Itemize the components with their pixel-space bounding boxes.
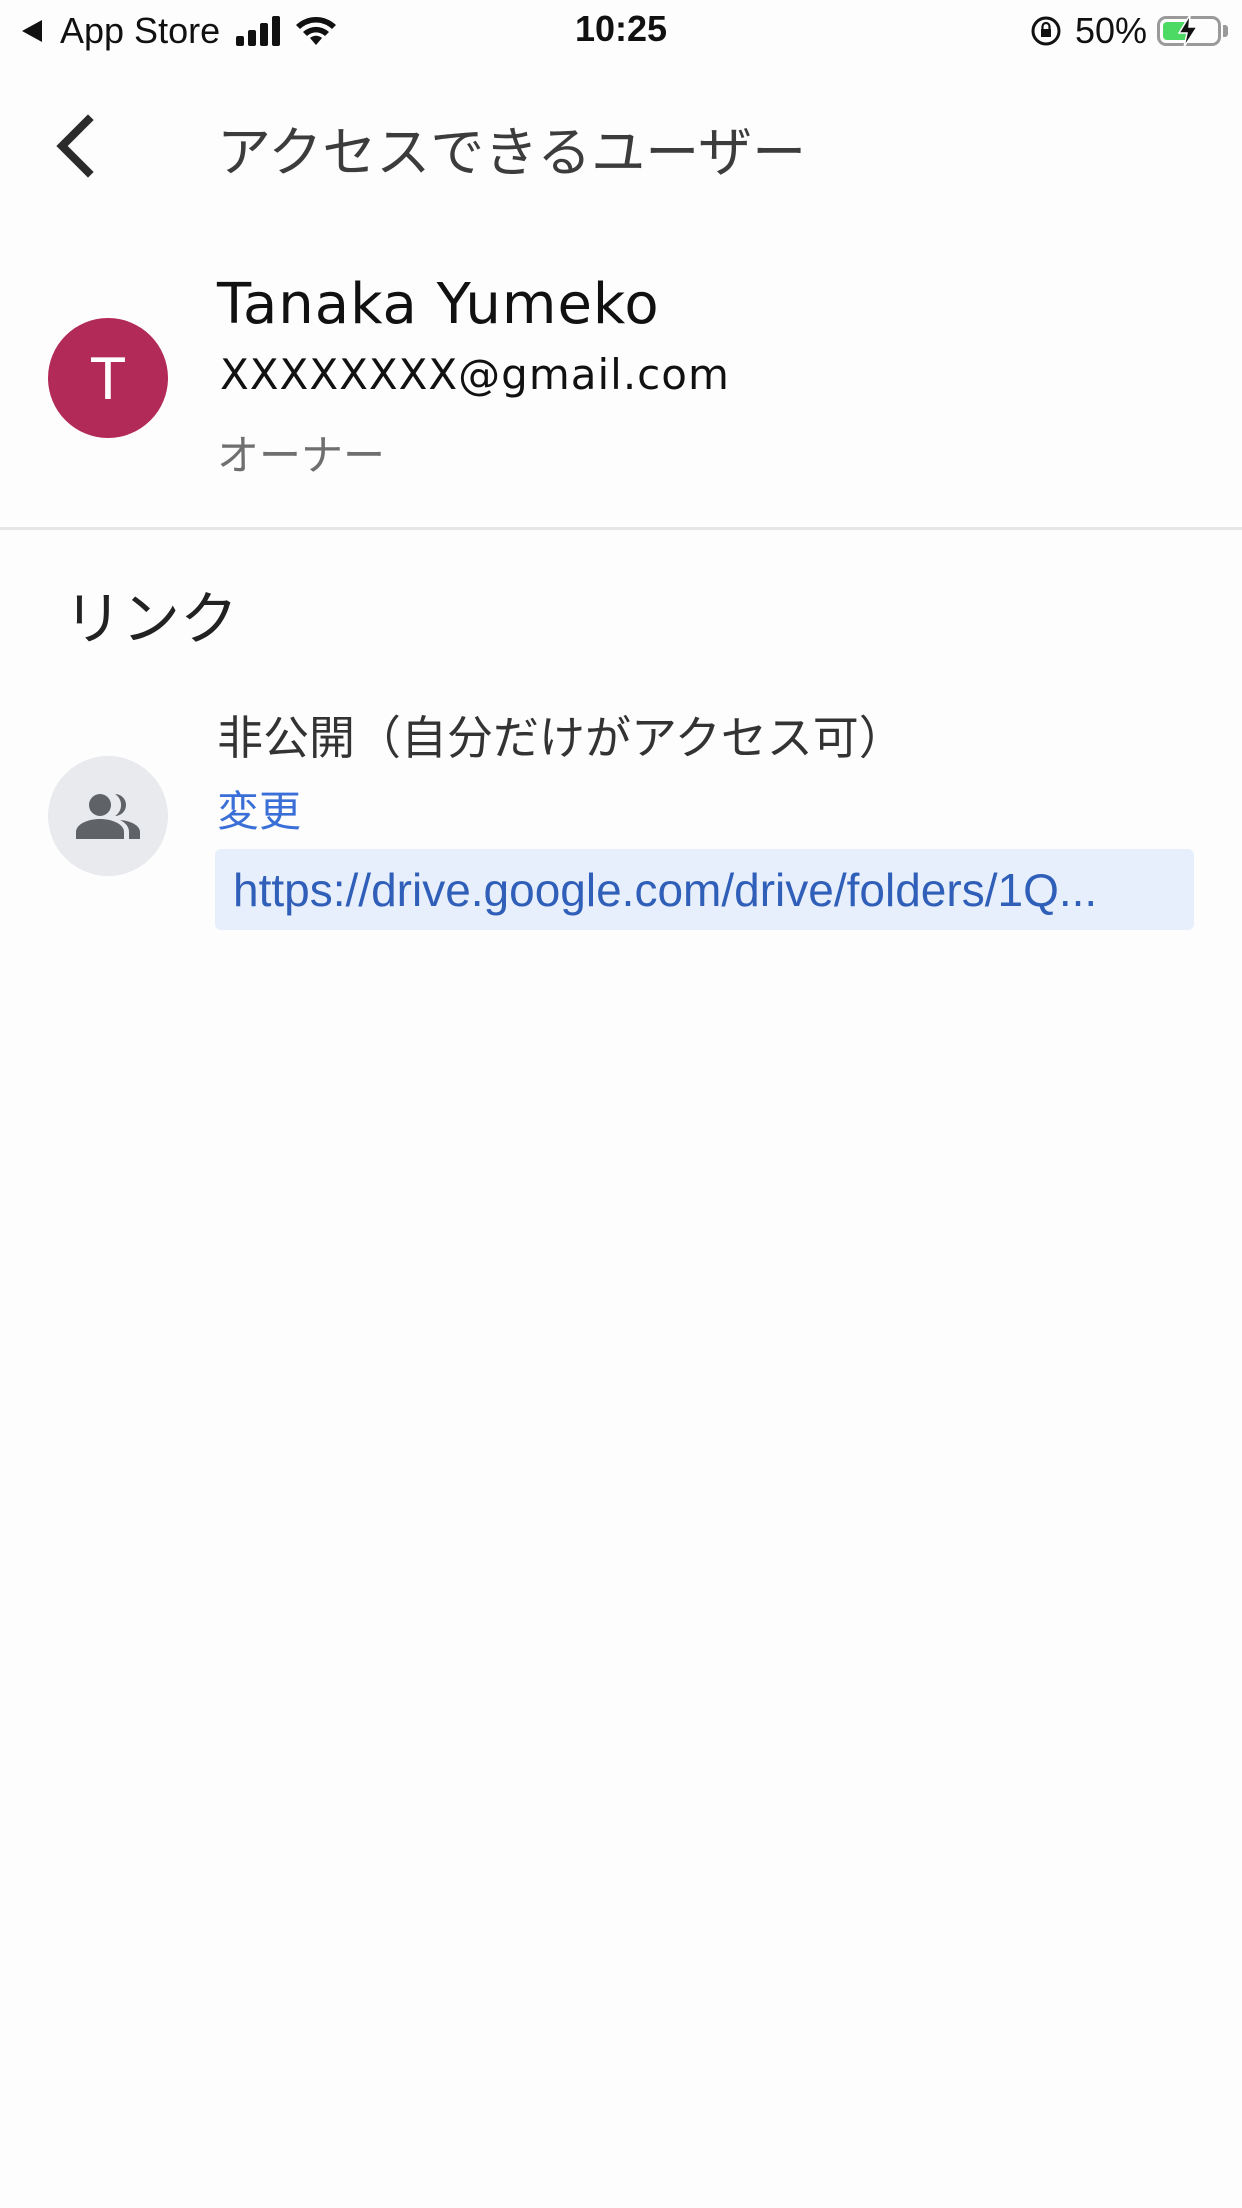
orientation-lock-icon xyxy=(1031,16,1061,46)
battery-nub xyxy=(1223,25,1228,37)
avatar: T xyxy=(48,318,168,438)
share-url-text[interactable]: https://drive.google.com/drive/folders/1… xyxy=(233,863,1097,917)
battery-percent: 50% xyxy=(1074,10,1147,51)
charging-bolt-icon xyxy=(1177,15,1199,47)
change-link-button[interactable]: 変更 xyxy=(217,778,301,839)
section-title-link: リンク xyxy=(64,585,239,653)
avatar-initial: T xyxy=(89,344,127,412)
owner-name: Tanaka Yumeko xyxy=(217,272,660,337)
chevron-left-icon xyxy=(56,114,94,178)
share-url-field[interactable]: https://drive.google.com/drive/folders/1… xyxy=(215,849,1194,930)
people-icon xyxy=(76,794,140,839)
owner-role: オーナー xyxy=(217,431,386,480)
divider xyxy=(0,527,1242,530)
status-bar-right: 50% xyxy=(1029,10,1228,52)
link-access-badge xyxy=(48,756,168,876)
link-sharing-status: 非公開（自分だけがアクセス可） xyxy=(217,711,905,765)
back-button[interactable] xyxy=(50,106,120,186)
page-title: アクセスできるユーザー xyxy=(217,121,807,184)
battery-icon xyxy=(1157,15,1221,47)
owner-email: XXXXXXXX@gmail.com xyxy=(220,350,730,399)
